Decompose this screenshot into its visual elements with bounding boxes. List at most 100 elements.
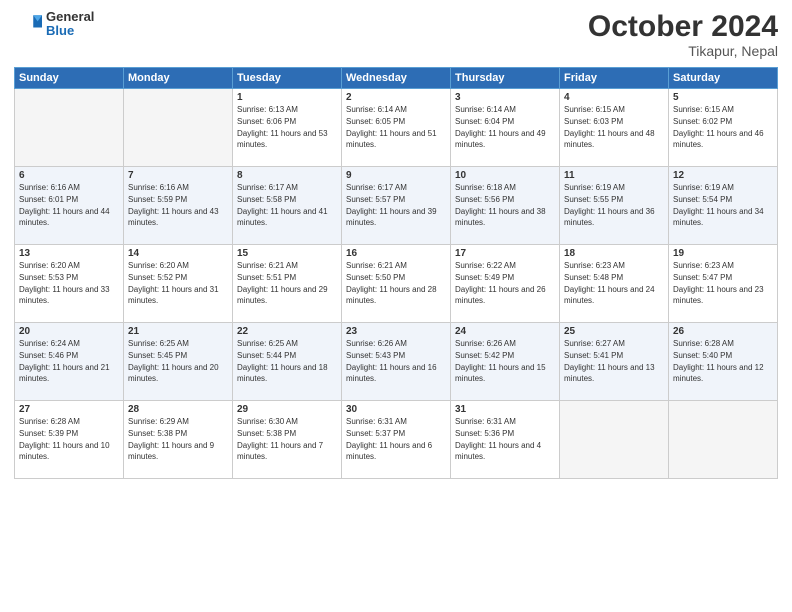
calendar-table: Sunday Monday Tuesday Wednesday Thursday… bbox=[14, 67, 778, 479]
day-number: 18 bbox=[564, 248, 664, 259]
cell-details: Sunrise: 6:29 AMSunset: 5:38 PMDaylight:… bbox=[128, 417, 214, 461]
table-row: 20 Sunrise: 6:24 AMSunset: 5:46 PMDayligh… bbox=[15, 323, 124, 401]
table-row: 19 Sunrise: 6:23 AMSunset: 5:47 PMDayligh… bbox=[669, 245, 778, 323]
day-number: 22 bbox=[237, 326, 337, 337]
cell-details: Sunrise: 6:20 AMSunset: 5:52 PMDaylight:… bbox=[128, 261, 219, 305]
table-row: 24 Sunrise: 6:26 AMSunset: 5:42 PMDayligh… bbox=[451, 323, 560, 401]
table-row: 8 Sunrise: 6:17 AMSunset: 5:58 PMDaylight… bbox=[233, 167, 342, 245]
table-row: 17 Sunrise: 6:22 AMSunset: 5:49 PMDayligh… bbox=[451, 245, 560, 323]
logo: General Blue bbox=[14, 10, 94, 39]
table-row bbox=[669, 401, 778, 479]
table-row: 25 Sunrise: 6:27 AMSunset: 5:41 PMDayligh… bbox=[560, 323, 669, 401]
month-title: October 2024 bbox=[588, 10, 778, 43]
day-number: 9 bbox=[346, 170, 446, 181]
table-row: 26 Sunrise: 6:28 AMSunset: 5:40 PMDayligh… bbox=[669, 323, 778, 401]
title-section: October 2024 Tikapur, Nepal bbox=[588, 10, 778, 59]
cell-details: Sunrise: 6:24 AMSunset: 5:46 PMDaylight:… bbox=[19, 339, 110, 383]
day-number: 25 bbox=[564, 326, 664, 337]
table-row: 18Sunrise: 6:23 AMSunset: 5:48 PMDayligh… bbox=[560, 245, 669, 323]
table-row: 14 Sunrise: 6:20 AMSunset: 5:52 PMDayligh… bbox=[124, 245, 233, 323]
day-number: 2 bbox=[346, 92, 446, 103]
day-number: 7 bbox=[128, 170, 228, 181]
calendar-header-row: Sunday Monday Tuesday Wednesday Thursday… bbox=[15, 68, 778, 89]
table-row: 30 Sunrise: 6:31 AMSunset: 5:37 PMDayligh… bbox=[342, 401, 451, 479]
table-row: 13Sunrise: 6:20 AMSunset: 5:53 PMDayligh… bbox=[15, 245, 124, 323]
day-number: 29 bbox=[237, 404, 337, 415]
table-row: 12 Sunrise: 6:19 AMSunset: 5:54 PMDayligh… bbox=[669, 167, 778, 245]
day-number: 8 bbox=[237, 170, 337, 181]
day-number: 3 bbox=[455, 92, 555, 103]
table-row: 23 Sunrise: 6:26 AMSunset: 5:43 PMDayligh… bbox=[342, 323, 451, 401]
day-number: 21 bbox=[128, 326, 228, 337]
table-row: 10 Sunrise: 6:18 AMSunset: 5:56 PMDayligh… bbox=[451, 167, 560, 245]
table-row: 4Sunrise: 6:15 AMSunset: 6:03 PMDaylight… bbox=[560, 89, 669, 167]
day-number: 6 bbox=[19, 170, 119, 181]
header-monday: Monday bbox=[124, 68, 233, 89]
cell-details: Sunrise: 6:26 AMSunset: 5:42 PMDaylight:… bbox=[455, 339, 546, 383]
table-row: 15Sunrise: 6:21 AMSunset: 5:51 PMDayligh… bbox=[233, 245, 342, 323]
table-row: 31 Sunrise: 6:31 AMSunset: 5:36 PMDayligh… bbox=[451, 401, 560, 479]
cell-details: Sunrise: 6:14 AMSunset: 6:04 PMDaylight:… bbox=[455, 105, 546, 149]
header-saturday: Saturday bbox=[669, 68, 778, 89]
day-number: 10 bbox=[455, 170, 555, 181]
cell-details: Sunrise: 6:13 AMSunset: 6:06 PMDaylight:… bbox=[237, 105, 328, 149]
header-sunday: Sunday bbox=[15, 68, 124, 89]
cell-details: Sunrise: 6:31 AMSunset: 5:36 PMDaylight:… bbox=[455, 417, 541, 461]
cell-details: Sunrise: 6:25 AMSunset: 5:45 PMDaylight:… bbox=[128, 339, 219, 383]
cell-details: Sunrise: 6:19 AMSunset: 5:54 PMDaylight:… bbox=[673, 183, 764, 227]
cell-details: Sunrise: 6:26 AMSunset: 5:43 PMDaylight:… bbox=[346, 339, 437, 383]
cell-details: Sunrise: 6:18 AMSunset: 5:56 PMDaylight:… bbox=[455, 183, 546, 227]
header-wednesday: Wednesday bbox=[342, 68, 451, 89]
logo-icon bbox=[14, 10, 42, 38]
day-number: 19 bbox=[673, 248, 773, 259]
day-number: 23 bbox=[346, 326, 446, 337]
table-row: 28 Sunrise: 6:29 AMSunset: 5:38 PMDayligh… bbox=[124, 401, 233, 479]
cell-details: Sunrise: 6:21 AMSunset: 5:51 PMDaylight:… bbox=[237, 261, 328, 305]
cell-details: Sunrise: 6:25 AMSunset: 5:44 PMDaylight:… bbox=[237, 339, 328, 383]
table-row: 7 Sunrise: 6:16 AMSunset: 5:59 PMDaylight… bbox=[124, 167, 233, 245]
day-number: 14 bbox=[128, 248, 228, 259]
day-number: 12 bbox=[673, 170, 773, 181]
table-row bbox=[560, 401, 669, 479]
cell-details: Sunrise: 6:22 AMSunset: 5:49 PMDaylight:… bbox=[455, 261, 546, 305]
day-number: 11 bbox=[564, 170, 664, 181]
day-number: 30 bbox=[346, 404, 446, 415]
cell-details: Sunrise: 6:27 AMSunset: 5:41 PMDaylight:… bbox=[564, 339, 655, 383]
logo-blue-text: Blue bbox=[46, 24, 94, 38]
table-row: 11 Sunrise: 6:19 AMSunset: 5:55 PMDayligh… bbox=[560, 167, 669, 245]
table-row: 22 Sunrise: 6:25 AMSunset: 5:44 PMDayligh… bbox=[233, 323, 342, 401]
table-row: 16 Sunrise: 6:21 AMSunset: 5:50 PMDayligh… bbox=[342, 245, 451, 323]
day-number: 26 bbox=[673, 326, 773, 337]
cell-details: Sunrise: 6:20 AMSunset: 5:53 PMDaylight:… bbox=[19, 261, 110, 305]
day-number: 31 bbox=[455, 404, 555, 415]
cell-details: Sunrise: 6:28 AMSunset: 5:40 PMDaylight:… bbox=[673, 339, 764, 383]
day-number: 16 bbox=[346, 248, 446, 259]
day-number: 1 bbox=[237, 92, 337, 103]
cell-details: Sunrise: 6:21 AMSunset: 5:50 PMDaylight:… bbox=[346, 261, 437, 305]
header-friday: Friday bbox=[560, 68, 669, 89]
day-number: 24 bbox=[455, 326, 555, 337]
cell-details: Sunrise: 6:16 AMSunset: 6:01 PMDaylight:… bbox=[19, 183, 110, 227]
cell-details: Sunrise: 6:28 AMSunset: 5:39 PMDaylight:… bbox=[19, 417, 110, 461]
location: Tikapur, Nepal bbox=[588, 43, 778, 59]
cell-details: Sunrise: 6:16 AMSunset: 5:59 PMDaylight:… bbox=[128, 183, 219, 227]
table-row: 2Sunrise: 6:14 AMSunset: 6:05 PMDaylight… bbox=[342, 89, 451, 167]
cell-details: Sunrise: 6:19 AMSunset: 5:55 PMDaylight:… bbox=[564, 183, 655, 227]
day-number: 28 bbox=[128, 404, 228, 415]
cell-details: Sunrise: 6:17 AMSunset: 5:57 PMDaylight:… bbox=[346, 183, 437, 227]
table-row: 5 Sunrise: 6:15 AMSunset: 6:02 PMDaylight… bbox=[669, 89, 778, 167]
day-number: 17 bbox=[455, 248, 555, 259]
day-number: 5 bbox=[673, 92, 773, 103]
cell-details: Sunrise: 6:31 AMSunset: 5:37 PMDaylight:… bbox=[346, 417, 432, 461]
cell-details: Sunrise: 6:17 AMSunset: 5:58 PMDaylight:… bbox=[237, 183, 328, 227]
table-row: 21 Sunrise: 6:25 AMSunset: 5:45 PMDayligh… bbox=[124, 323, 233, 401]
cell-details: Sunrise: 6:23 AMSunset: 5:47 PMDaylight:… bbox=[673, 261, 764, 305]
cell-details: Sunrise: 6:15 AMSunset: 6:02 PMDaylight:… bbox=[673, 105, 764, 149]
table-row: 6 Sunrise: 6:16 AMSunset: 6:01 PMDaylight… bbox=[15, 167, 124, 245]
table-row bbox=[15, 89, 124, 167]
day-number: 27 bbox=[19, 404, 119, 415]
table-row: 9 Sunrise: 6:17 AMSunset: 5:57 PMDaylight… bbox=[342, 167, 451, 245]
cell-details: Sunrise: 6:15 AMSunset: 6:03 PMDaylight:… bbox=[564, 105, 655, 149]
page-header: General Blue October 2024 Tikapur, Nepal bbox=[14, 10, 778, 59]
day-number: 20 bbox=[19, 326, 119, 337]
